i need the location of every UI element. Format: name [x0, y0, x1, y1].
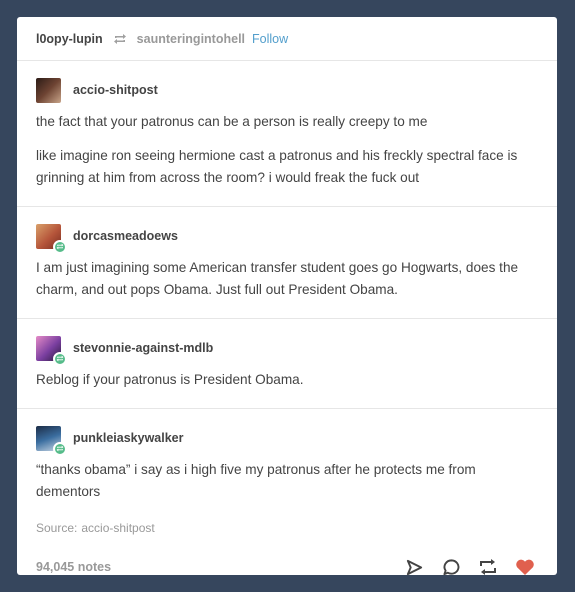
reblog-section: punkleiaskywalker “thanks obama” i say a…	[17, 409, 557, 543]
share-icon[interactable]	[404, 557, 424, 575]
post-header: l0opy-lupin saunteringintohell Follow	[17, 17, 557, 61]
reblog-section: stevonnie-against-mdlb Reblog if your pa…	[17, 319, 557, 409]
post-actions	[404, 557, 535, 575]
reblog-icon	[113, 33, 127, 45]
reblogged-from-link[interactable]: saunteringintohell	[137, 32, 245, 46]
reblog-username[interactable]: punkleiaskywalker	[73, 431, 183, 445]
notes-count[interactable]: 94,045 notes	[36, 560, 111, 574]
reblog-section: accio-shitpost the fact that your patron…	[17, 61, 557, 207]
reblog-userline: punkleiaskywalker	[36, 425, 537, 456]
like-heart-icon[interactable]	[515, 557, 535, 575]
reply-icon[interactable]	[441, 557, 461, 575]
reblog-username[interactable]: dorcasmeadoews	[73, 229, 178, 243]
reblog-userline: stevonnie-against-mdlb	[36, 335, 537, 366]
reblog-badge-icon	[53, 239, 67, 254]
reblog-username[interactable]: accio-shitpost	[73, 83, 158, 97]
reblog-badge-icon	[53, 351, 67, 366]
post-card: l0opy-lupin saunteringintohell Follow ac…	[17, 17, 557, 575]
avatar[interactable]	[36, 335, 67, 366]
post-text: I am just imagining some American transf…	[36, 260, 519, 297]
avatar[interactable]	[36, 223, 67, 254]
source-link[interactable]: accio-shitpost	[81, 521, 154, 535]
reblog-username[interactable]: stevonnie-against-mdlb	[73, 341, 213, 355]
reblog-badge-icon	[53, 441, 67, 456]
reblog-action-icon[interactable]	[478, 557, 498, 575]
reblog-section: dorcasmeadoews I am just imagining some …	[17, 207, 557, 319]
post-text: “thanks obama” i say as i high five my p…	[36, 462, 476, 499]
reblog-userline: dorcasmeadoews	[36, 223, 537, 254]
source-line: Source: accio-shitpost	[36, 521, 537, 535]
avatar[interactable]	[36, 425, 67, 456]
reblog-userline: accio-shitpost	[36, 77, 537, 103]
post-text: the fact that your patronus can be a per…	[36, 114, 428, 129]
source-label: Source:	[36, 521, 78, 535]
post-text: Reblog if your patronus is President Oba…	[36, 372, 304, 387]
avatar[interactable]	[36, 77, 61, 103]
header-username-link[interactable]: l0opy-lupin	[36, 32, 103, 46]
post-footer: 94,045 notes	[17, 543, 557, 575]
post-text: like imagine ron seeing hermione cast a …	[36, 148, 518, 185]
follow-button[interactable]: Follow	[252, 32, 288, 46]
